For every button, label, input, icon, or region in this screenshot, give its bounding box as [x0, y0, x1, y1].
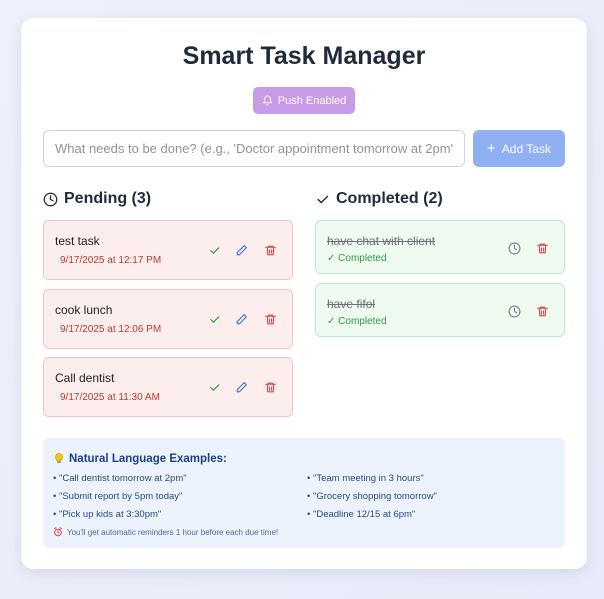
clock-icon — [508, 305, 520, 317]
trash-icon — [536, 306, 548, 316]
examples-panel: Natural Language Examples: • "Call denti… — [43, 438, 565, 548]
trash-icon — [536, 243, 548, 253]
delete-task-button[interactable] — [534, 240, 550, 256]
task-manager-card: Smart Task Manager Push Enabled + Add Ta… — [21, 18, 587, 569]
example-item: • "Call dentist tomorrow at 2pm" — [53, 473, 187, 484]
example-item: • "Team meeting in 3 hours" — [307, 473, 424, 484]
example-item: • "Grocery shopping tomorrow" — [307, 491, 437, 502]
edit-task-button[interactable] — [233, 379, 249, 395]
task-name: Call dentist — [55, 371, 115, 385]
delete-task-button[interactable] — [262, 242, 278, 258]
delete-task-button[interactable] — [262, 379, 278, 395]
trash-icon — [264, 245, 276, 255]
check-icon — [209, 315, 219, 323]
task-name: have chat with client — [327, 234, 436, 248]
delete-task-button[interactable] — [262, 311, 278, 327]
task-status: ✓ Completed — [327, 253, 387, 264]
pending-heading-text: Pending (3) — [64, 190, 152, 207]
example-item: • "Deadline 12/15 at 6pm" — [307, 509, 416, 520]
pending-task-item: Call dentist 9/17/2025 at 11:30 AM — [43, 357, 293, 417]
plus-icon: + — [487, 140, 496, 157]
pending-heading: Pending (3) — [43, 190, 151, 208]
task-input[interactable] — [43, 130, 465, 167]
examples-title-text: Natural Language Examples: — [69, 452, 227, 465]
check-icon — [209, 383, 219, 391]
examples-title: Natural Language Examples: — [53, 452, 227, 465]
example-item: • "Submit report by 5pm today" — [53, 491, 183, 502]
clock-icon — [43, 192, 58, 206]
completed-heading-text: Completed (2) — [336, 190, 443, 207]
add-task-label: Add Task — [501, 141, 551, 156]
pencil-icon — [236, 244, 247, 255]
page-title: Smart Task Manager — [182, 42, 426, 70]
edit-task-button[interactable] — [233, 311, 249, 327]
complete-task-button[interactable] — [206, 379, 222, 395]
completed-heading: Completed (2) — [315, 190, 443, 208]
complete-task-button[interactable] — [206, 242, 222, 258]
task-name: cook lunch — [55, 303, 113, 317]
task-due-date: 9/17/2025 at 12:06 PM — [60, 324, 162, 335]
task-due-date: 9/17/2025 at 11:30 AM — [60, 392, 160, 403]
pencil-icon — [236, 381, 247, 392]
add-task-button[interactable]: + Add Task — [473, 130, 565, 167]
edit-task-button[interactable] — [233, 242, 249, 258]
pencil-icon — [236, 313, 247, 324]
lightbulb-icon — [55, 453, 63, 463]
completed-task-item: have fifol ✓ Completed — [315, 283, 565, 337]
check-icon — [209, 246, 219, 254]
restore-task-button[interactable] — [506, 240, 522, 256]
trash-icon — [264, 382, 276, 392]
alarm-clock-icon — [54, 527, 62, 537]
task-due-date: 9/17/2025 at 12:17 PM — [60, 255, 162, 266]
clock-icon — [508, 242, 520, 254]
push-enabled-button[interactable]: Push Enabled — [253, 87, 355, 114]
push-enabled-label: Push Enabled — [277, 94, 347, 107]
example-item: • "Pick up kids at 3:30pm" — [53, 509, 162, 520]
check-icon — [317, 195, 329, 204]
task-status: ✓ Completed — [327, 316, 387, 327]
completed-task-item: have chat with client ✓ Completed — [315, 220, 565, 274]
delete-task-button[interactable] — [534, 303, 550, 319]
restore-task-button[interactable] — [506, 303, 522, 319]
trash-icon — [264, 314, 276, 324]
task-name: have fifol — [327, 297, 376, 311]
pending-task-item: test task 9/17/2025 at 12:17 PM — [43, 220, 293, 280]
reminder-note: You'll get automatic reminders 1 hour be… — [53, 527, 278, 537]
pending-task-item: cook lunch 9/17/2025 at 12:06 PM — [43, 289, 293, 349]
reminder-note-text: You'll get automatic reminders 1 hour be… — [67, 527, 279, 537]
task-name: test task — [55, 234, 100, 248]
complete-task-button[interactable] — [206, 311, 222, 327]
bell-icon — [262, 95, 272, 106]
